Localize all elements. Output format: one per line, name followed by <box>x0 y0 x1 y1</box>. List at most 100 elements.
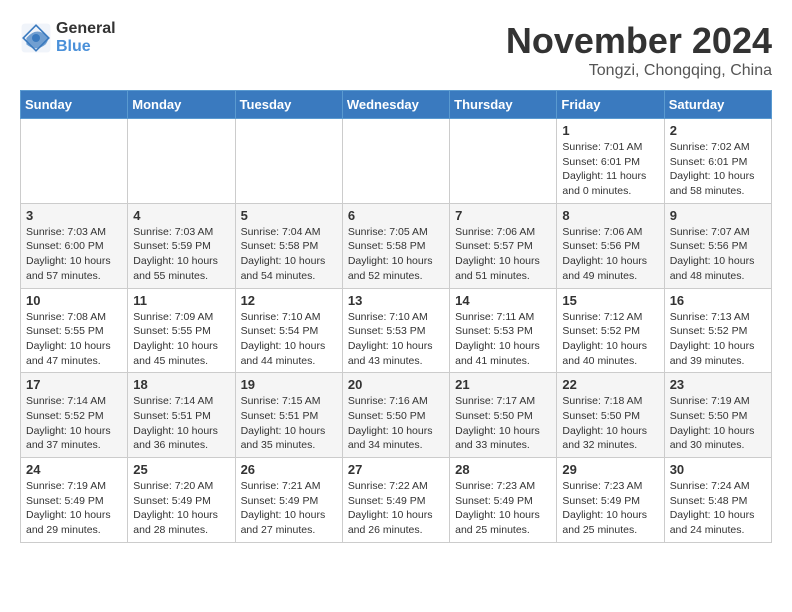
day-number: 27 <box>348 462 444 477</box>
day-number: 28 <box>455 462 551 477</box>
day-number: 15 <box>562 293 658 308</box>
day-number: 9 <box>670 208 766 223</box>
day-number: 11 <box>133 293 229 308</box>
calendar-cell: 16 Sunrise: 7:13 AM Sunset: 5:52 PM Dayli… <box>664 288 771 373</box>
calendar-cell: 17 Sunrise: 7:14 AM Sunset: 5:52 PM Dayli… <box>21 373 128 458</box>
month-title: November 2024 <box>506 20 772 62</box>
calendar-cell: 7 Sunrise: 7:06 AM Sunset: 5:57 PM Daylig… <box>450 203 557 288</box>
day-info: Sunrise: 7:19 AM Sunset: 5:50 PM Dayligh… <box>670 394 766 453</box>
calendar-cell <box>128 119 235 204</box>
location: Tongzi, Chongqing, China <box>506 62 772 80</box>
calendar-cell: 27 Sunrise: 7:22 AM Sunset: 5:49 PM Dayli… <box>342 458 449 543</box>
calendar-cell: 14 Sunrise: 7:11 AM Sunset: 5:53 PM Dayli… <box>450 288 557 373</box>
day-info: Sunrise: 7:12 AM Sunset: 5:52 PM Dayligh… <box>562 310 658 369</box>
calendar-cell: 29Sunrise: 7:23 AM Sunset: 5:49 PM Dayli… <box>557 458 664 543</box>
calendar-cell: 6 Sunrise: 7:05 AM Sunset: 5:58 PM Daylig… <box>342 203 449 288</box>
calendar-cell: 2 Sunrise: 7:02 AM Sunset: 6:01 PM Daylig… <box>664 119 771 204</box>
calendar-week-row: 3Sunrise: 7:03 AM Sunset: 6:00 PM Daylig… <box>21 203 772 288</box>
day-number: 13 <box>348 293 444 308</box>
day-info: Sunrise: 7:03 AM Sunset: 6:00 PM Dayligh… <box>26 225 122 284</box>
day-number: 14 <box>455 293 551 308</box>
day-number: 12 <box>241 293 337 308</box>
calendar-cell: 18Sunrise: 7:14 AM Sunset: 5:51 PM Dayli… <box>128 373 235 458</box>
day-number: 19 <box>241 377 337 392</box>
day-number: 17 <box>26 377 122 392</box>
day-info: Sunrise: 7:05 AM Sunset: 5:58 PM Dayligh… <box>348 225 444 284</box>
day-number: 7 <box>455 208 551 223</box>
calendar-week-row: 1 Sunrise: 7:01 AM Sunset: 6:01 PM Daylig… <box>21 119 772 204</box>
calendar-table: SundayMondayTuesdayWednesdayThursdayFrid… <box>20 90 772 543</box>
title-block: November 2024 Tongzi, Chongqing, China <box>506 20 772 80</box>
calendar-cell: 15 Sunrise: 7:12 AM Sunset: 5:52 PM Dayli… <box>557 288 664 373</box>
day-info: Sunrise: 7:19 AM Sunset: 5:49 PM Dayligh… <box>26 479 122 538</box>
day-info: Sunrise: 7:02 AM Sunset: 6:01 PM Dayligh… <box>670 140 766 199</box>
calendar-week-row: 24 Sunrise: 7:19 AM Sunset: 5:49 PM Dayli… <box>21 458 772 543</box>
day-number: 18 <box>133 377 229 392</box>
calendar-week-row: 17 Sunrise: 7:14 AM Sunset: 5:52 PM Dayli… <box>21 373 772 458</box>
calendar-cell: 19Sunrise: 7:15 AM Sunset: 5:51 PM Dayli… <box>235 373 342 458</box>
day-info: Sunrise: 7:13 AM Sunset: 5:52 PM Dayligh… <box>670 310 766 369</box>
day-info: Sunrise: 7:06 AM Sunset: 5:56 PM Dayligh… <box>562 225 658 284</box>
day-info: Sunrise: 7:16 AM Sunset: 5:50 PM Dayligh… <box>348 394 444 453</box>
day-info: Sunrise: 7:04 AM Sunset: 5:58 PM Dayligh… <box>241 225 337 284</box>
calendar-cell: 9 Sunrise: 7:07 AM Sunset: 5:56 PM Daylig… <box>664 203 771 288</box>
calendar-cell: 25 Sunrise: 7:20 AM Sunset: 5:49 PM Dayli… <box>128 458 235 543</box>
day-number: 23 <box>670 377 766 392</box>
day-number: 21 <box>455 377 551 392</box>
day-number: 8 <box>562 208 658 223</box>
calendar-week-row: 10 Sunrise: 7:08 AM Sunset: 5:55 PM Dayli… <box>21 288 772 373</box>
day-number: 20 <box>348 377 444 392</box>
calendar-cell: 3Sunrise: 7:03 AM Sunset: 6:00 PM Daylig… <box>21 203 128 288</box>
weekday-header: Sunday <box>21 91 128 119</box>
day-number: 25 <box>133 462 229 477</box>
day-number: 24 <box>26 462 122 477</box>
calendar-cell: 5 Sunrise: 7:04 AM Sunset: 5:58 PM Daylig… <box>235 203 342 288</box>
day-info: Sunrise: 7:14 AM Sunset: 5:52 PM Dayligh… <box>26 394 122 453</box>
calendar-cell: 21Sunrise: 7:17 AM Sunset: 5:50 PM Dayli… <box>450 373 557 458</box>
day-number: 1 <box>562 123 658 138</box>
calendar-cell: 28Sunrise: 7:23 AM Sunset: 5:49 PM Dayli… <box>450 458 557 543</box>
day-info: Sunrise: 7:11 AM Sunset: 5:53 PM Dayligh… <box>455 310 551 369</box>
calendar-cell: 8 Sunrise: 7:06 AM Sunset: 5:56 PM Daylig… <box>557 203 664 288</box>
day-info: Sunrise: 7:07 AM Sunset: 5:56 PM Dayligh… <box>670 225 766 284</box>
day-info: Sunrise: 7:08 AM Sunset: 5:55 PM Dayligh… <box>26 310 122 369</box>
day-number: 16 <box>670 293 766 308</box>
calendar-cell: 1 Sunrise: 7:01 AM Sunset: 6:01 PM Daylig… <box>557 119 664 204</box>
day-number: 26 <box>241 462 337 477</box>
day-info: Sunrise: 7:09 AM Sunset: 5:55 PM Dayligh… <box>133 310 229 369</box>
calendar-cell <box>450 119 557 204</box>
day-number: 4 <box>133 208 229 223</box>
day-number: 10 <box>26 293 122 308</box>
weekday-header: Monday <box>128 91 235 119</box>
day-info: Sunrise: 7:21 AM Sunset: 5:49 PM Dayligh… <box>241 479 337 538</box>
calendar-cell: 24 Sunrise: 7:19 AM Sunset: 5:49 PM Dayli… <box>21 458 128 543</box>
day-info: Sunrise: 7:18 AM Sunset: 5:50 PM Dayligh… <box>562 394 658 453</box>
logo-text: General Blue <box>56 20 116 56</box>
day-number: 30 <box>670 462 766 477</box>
calendar-cell: 26 Sunrise: 7:21 AM Sunset: 5:49 PM Dayli… <box>235 458 342 543</box>
weekday-header: Tuesday <box>235 91 342 119</box>
day-number: 5 <box>241 208 337 223</box>
day-info: Sunrise: 7:22 AM Sunset: 5:49 PM Dayligh… <box>348 479 444 538</box>
day-info: Sunrise: 7:01 AM Sunset: 6:01 PM Dayligh… <box>562 140 658 199</box>
weekday-header: Friday <box>557 91 664 119</box>
day-info: Sunrise: 7:10 AM Sunset: 5:53 PM Dayligh… <box>348 310 444 369</box>
weekday-header: Saturday <box>664 91 771 119</box>
day-info: Sunrise: 7:03 AM Sunset: 5:59 PM Dayligh… <box>133 225 229 284</box>
calendar-cell: 13 Sunrise: 7:10 AM Sunset: 5:53 PM Dayli… <box>342 288 449 373</box>
day-number: 2 <box>670 123 766 138</box>
day-info: Sunrise: 7:06 AM Sunset: 5:57 PM Dayligh… <box>455 225 551 284</box>
day-info: Sunrise: 7:20 AM Sunset: 5:49 PM Dayligh… <box>133 479 229 538</box>
weekday-header: Wednesday <box>342 91 449 119</box>
calendar-cell: 20 Sunrise: 7:16 AM Sunset: 5:50 PM Dayli… <box>342 373 449 458</box>
logo: General Blue <box>20 20 116 56</box>
calendar-cell <box>235 119 342 204</box>
calendar-cell <box>21 119 128 204</box>
calendar-cell: 4 Sunrise: 7:03 AM Sunset: 5:59 PM Daylig… <box>128 203 235 288</box>
day-number: 29 <box>562 462 658 477</box>
calendar-cell <box>342 119 449 204</box>
page-header: General Blue November 2024 Tongzi, Chong… <box>20 20 772 80</box>
day-number: 22 <box>562 377 658 392</box>
calendar-cell: 22 Sunrise: 7:18 AM Sunset: 5:50 PM Dayli… <box>557 373 664 458</box>
day-number: 6 <box>348 208 444 223</box>
